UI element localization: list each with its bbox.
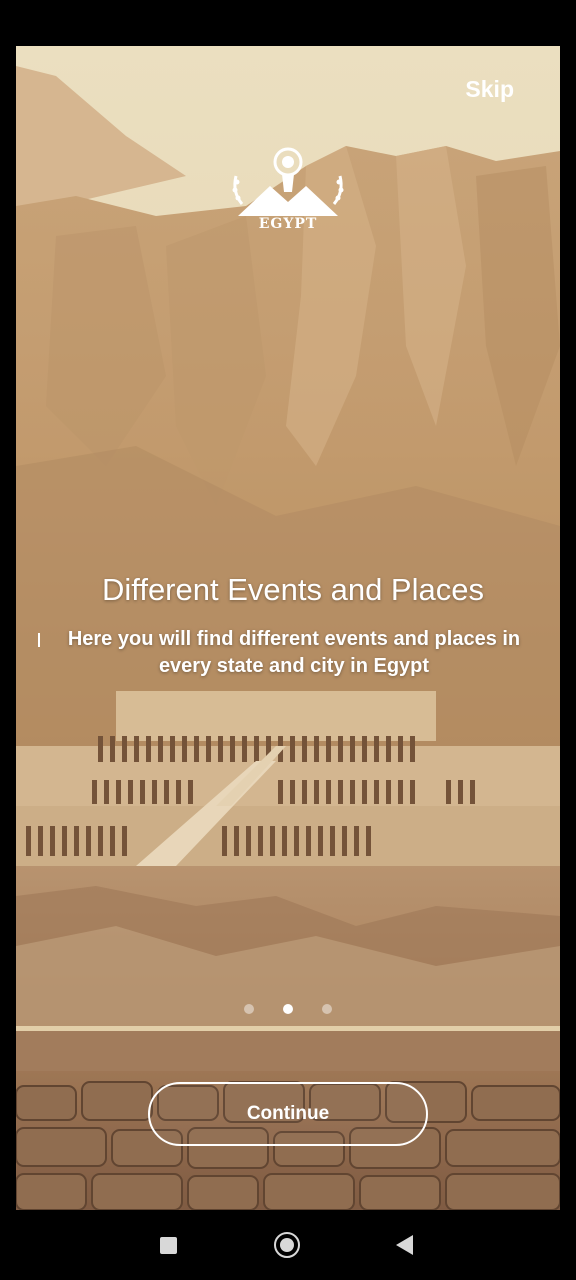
- page-dot-1[interactable]: [244, 1004, 254, 1014]
- continue-button[interactable]: Continue: [148, 1082, 428, 1146]
- home-icon[interactable]: [274, 1232, 300, 1258]
- logo-text: EGYPT: [258, 216, 318, 232]
- recent-apps-icon[interactable]: [160, 1237, 177, 1254]
- page-dot-2-active[interactable]: [283, 1004, 293, 1014]
- onboarding-title: Different Events and Places: [102, 572, 484, 607]
- text-cursor: [38, 633, 40, 647]
- skip-button[interactable]: Skip: [465, 76, 514, 103]
- egypt-logo: EGYPT: [230, 142, 346, 242]
- page-dot-3[interactable]: [322, 1004, 332, 1014]
- system-navigation-bar: [0, 1210, 576, 1280]
- page-indicator: [16, 1004, 560, 1014]
- back-icon[interactable]: [396, 1235, 413, 1255]
- onboarding-description: Here you will find different events and …: [67, 628, 521, 677]
- onboarding-screen: Skip EGYPT Different Events and Places H…: [16, 46, 560, 1210]
